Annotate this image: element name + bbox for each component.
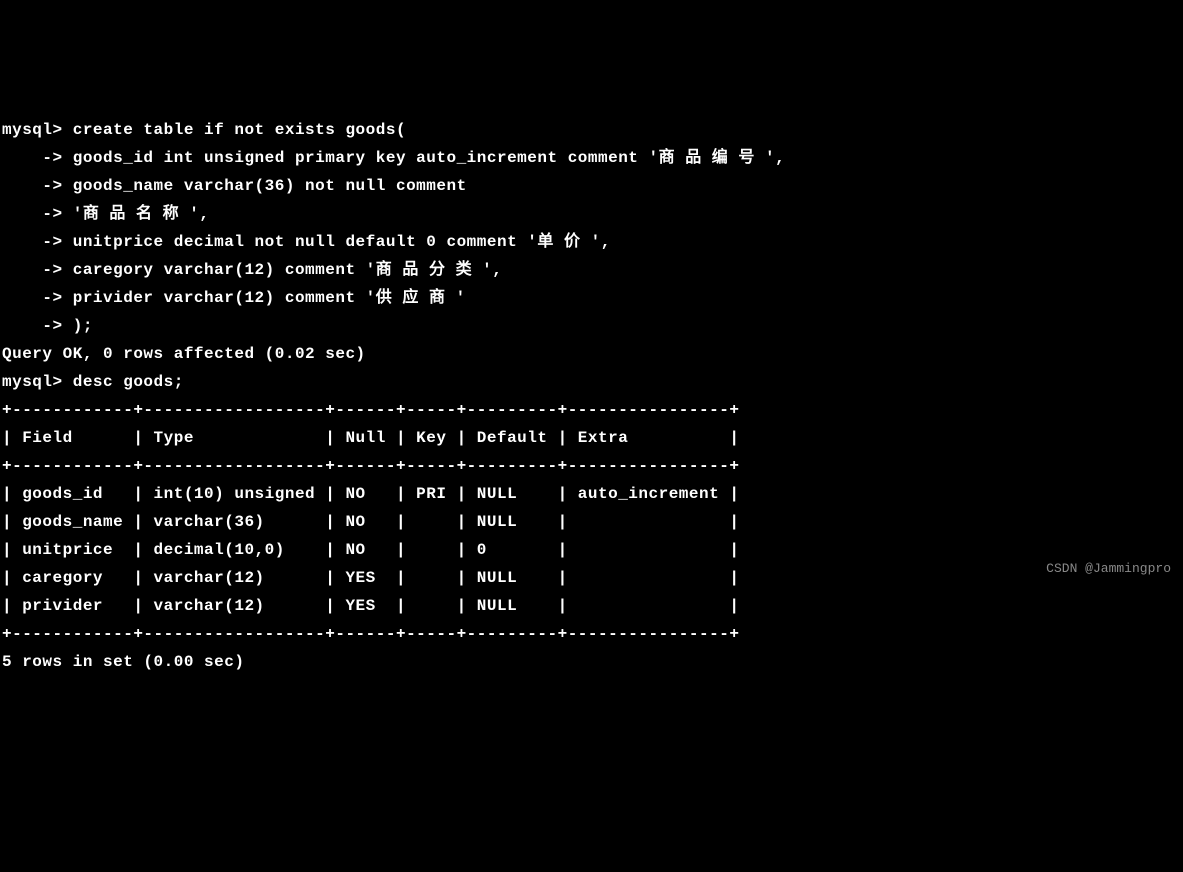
rows-count: 5 rows in set (0.00 sec) [2,648,1181,676]
sql-line: -> '商 品 名 称 ', [2,200,1181,228]
table-row: | goods_name | varchar(36) | NO | | NULL… [2,508,1181,536]
table-row: | goods_id | int(10) unsigned | NO | PRI… [2,480,1181,508]
table-row: | privider | varchar(12) | YES | | NULL … [2,592,1181,620]
sql-command: mysql> desc goods; [2,368,1181,396]
table-row: | unitprice | decimal(10,0) | NO | | 0 |… [2,536,1181,564]
sql-line: -> goods_id int unsigned primary key aut… [2,144,1181,172]
table-border: +------------+------------------+------+… [2,396,1181,424]
table-row: | caregory | varchar(12) | YES | | NULL … [2,564,1181,592]
sql-line: mysql> create table if not exists goods( [2,116,1181,144]
table-border: +------------+------------------+------+… [2,452,1181,480]
query-status: Query OK, 0 rows affected (0.02 sec) [2,340,1181,368]
sql-line: -> unitprice decimal not null default 0 … [2,228,1181,256]
sql-line: -> privider varchar(12) comment '供 应 商 ' [2,284,1181,312]
table-border: +------------+------------------+------+… [2,620,1181,648]
sql-line: -> caregory varchar(12) comment '商 品 分 类… [2,256,1181,284]
sql-line: -> ); [2,312,1181,340]
sql-line: -> goods_name varchar(36) not null comme… [2,172,1181,200]
table-header: | Field | Type | Null | Key | Default | … [2,424,1181,452]
terminal-output: mysql> create table if not exists goods(… [2,116,1181,676]
watermark: CSDN @Jammingpro [1046,558,1171,581]
